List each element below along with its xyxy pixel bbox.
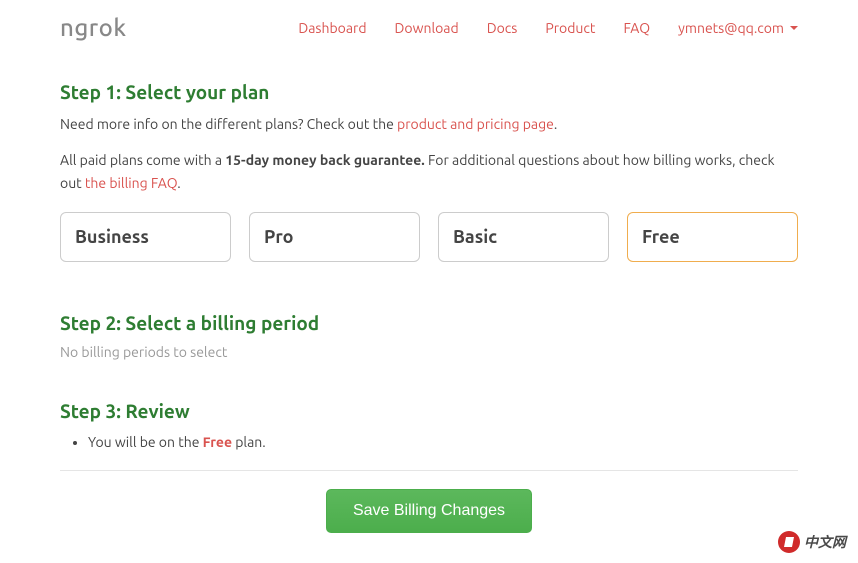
nav-dashboard[interactable]: Dashboard: [298, 20, 366, 36]
step1-intro: Need more info on the different plans? C…: [60, 113, 798, 135]
logo[interactable]: ngrok: [60, 14, 127, 41]
step-2: Step 2: Select a billing period No billi…: [60, 312, 798, 360]
watermark-text: 中文网: [804, 532, 846, 552]
plan-basic[interactable]: Basic: [438, 212, 609, 262]
step1-title: Step 1: Select your plan: [60, 81, 798, 103]
user-menu[interactable]: ymnets@qq.com: [678, 20, 798, 36]
plan-free[interactable]: Free: [627, 212, 798, 262]
step1-guarantee-bold: 15-day money back guarantee.: [225, 152, 425, 168]
nav-docs[interactable]: Docs: [487, 20, 518, 36]
billing-faq-link[interactable]: the billing FAQ: [85, 175, 177, 191]
step-1: Step 1: Select your plan Need more info …: [60, 81, 798, 262]
watermark: 中文网: [778, 531, 846, 553]
plan-selector: Business Pro Basic Free: [60, 212, 798, 262]
review-plan-name: Free: [203, 434, 232, 450]
step1-guarantee: All paid plans come with a 15-day money …: [60, 149, 798, 194]
user-email: ymnets@qq.com: [678, 20, 784, 36]
step1-guarantee-prefix: All paid plans come with a: [60, 152, 225, 168]
top-nav: Dashboard Download Docs Product FAQ ymne…: [298, 20, 798, 36]
step1-intro-suffix: .: [554, 116, 557, 132]
php-logo-icon: [778, 531, 800, 553]
review-item: You will be on the Free plan.: [88, 434, 798, 450]
step2-title: Step 2: Select a billing period: [60, 312, 798, 334]
caret-down-icon: [790, 26, 798, 30]
nav-product[interactable]: Product: [545, 20, 595, 36]
step1-guarantee-suffix2: .: [177, 175, 180, 191]
step2-no-periods: No billing periods to select: [60, 344, 798, 360]
divider: [60, 470, 798, 471]
step3-title: Step 3: Review: [60, 400, 798, 422]
header: ngrok Dashboard Download Docs Product FA…: [0, 0, 858, 51]
nav-download[interactable]: Download: [395, 20, 459, 36]
review-prefix: You will be on the: [88, 434, 203, 450]
main-content: Step 1: Select your plan Need more info …: [0, 51, 858, 533]
nav-faq[interactable]: FAQ: [623, 20, 650, 36]
review-list: You will be on the Free plan.: [80, 434, 798, 450]
review-suffix: plan.: [232, 434, 266, 450]
save-billing-button[interactable]: Save Billing Changes: [326, 489, 532, 533]
step1-intro-prefix: Need more info on the different plans? C…: [60, 116, 397, 132]
product-pricing-link[interactable]: product and pricing page: [397, 116, 554, 132]
plan-business[interactable]: Business: [60, 212, 231, 262]
step-3: Step 3: Review You will be on the Free p…: [60, 400, 798, 533]
plan-pro[interactable]: Pro: [249, 212, 420, 262]
save-button-wrap: Save Billing Changes: [60, 489, 798, 533]
